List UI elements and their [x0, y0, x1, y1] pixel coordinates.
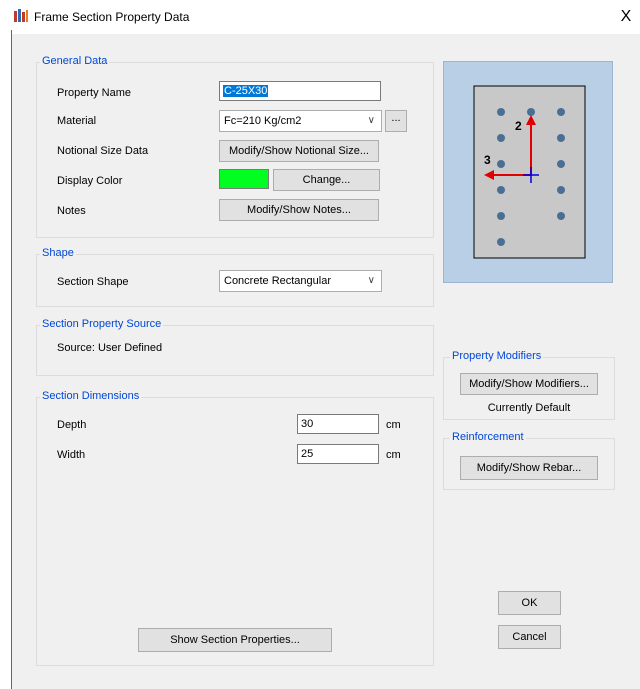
section-property-source-legend: Section Property Source	[40, 318, 164, 330]
rebar-dot	[497, 212, 505, 220]
material-select[interactable]: Fc=210 Kg/cm2 ∨	[219, 110, 382, 132]
notes-label: Notes	[57, 205, 86, 217]
property-modifiers-legend: Property Modifiers	[450, 350, 544, 362]
section-dimensions-group	[36, 397, 434, 666]
section-shape-label: Section Shape	[57, 276, 129, 288]
ok-button[interactable]: OK	[498, 591, 561, 615]
modify-notes-button[interactable]: Modify/Show Notes...	[219, 199, 379, 221]
rebar-dot	[557, 160, 565, 168]
property-name-value: C-25X30	[223, 85, 269, 97]
width-input[interactable]: 25	[297, 444, 379, 464]
source-text: Source: User Defined	[57, 342, 163, 354]
rebar-dot	[557, 212, 565, 220]
rebar-dot	[557, 134, 565, 142]
section-preview: 2 3	[443, 61, 613, 283]
notional-size-label: Notional Size Data	[57, 145, 149, 157]
section-dimensions-legend: Section Dimensions	[40, 390, 142, 402]
chevron-down-icon: ∨	[367, 115, 375, 126]
material-label: Material	[57, 115, 97, 127]
cancel-button[interactable]: Cancel	[498, 625, 561, 649]
modifiers-status: Currently Default	[487, 402, 571, 414]
depth-label: Depth	[57, 419, 87, 431]
material-more-button[interactable]: ...	[385, 110, 407, 132]
rebar-dot	[497, 238, 505, 246]
change-color-button[interactable]: Change...	[273, 169, 380, 191]
rebar-dot	[557, 108, 565, 116]
modify-notional-size-button[interactable]: Modify/Show Notional Size...	[219, 140, 379, 162]
axis-2-label: 2	[515, 119, 522, 133]
shape-legend: Shape	[40, 247, 76, 259]
frame-section-app-icon	[13, 9, 29, 23]
depth-unit: cm	[386, 419, 401, 431]
modify-rebar-button[interactable]: Modify/Show Rebar...	[460, 456, 598, 480]
depth-input[interactable]: 30	[297, 414, 379, 434]
modify-modifiers-button[interactable]: Modify/Show Modifiers...	[460, 373, 598, 395]
reinforcement-legend: Reinforcement	[450, 431, 526, 443]
width-label: Width	[57, 449, 86, 461]
rebar-dot	[527, 108, 535, 116]
display-color-swatch[interactable]	[219, 169, 269, 189]
rebar-dot	[497, 108, 505, 116]
chevron-down-icon: ∨	[367, 275, 375, 286]
property-name-label: Property Name	[57, 87, 131, 99]
width-unit: cm	[386, 449, 401, 461]
rebar-dot	[497, 160, 505, 168]
window-title: Frame Section Property Data	[34, 10, 190, 24]
rebar-dot	[497, 186, 505, 194]
rebar-dot	[497, 134, 505, 142]
material-value: Fc=210 Kg/cm2	[224, 115, 302, 127]
rebar-dot	[557, 186, 565, 194]
show-section-properties-button[interactable]: Show Section Properties...	[138, 628, 332, 652]
section-shape-value: Concrete Rectangular	[224, 275, 332, 287]
display-color-label: Display Color	[57, 175, 123, 187]
axis-3-label: 3	[484, 153, 491, 167]
section-shape-select[interactable]: Concrete Rectangular ∨	[219, 270, 382, 292]
close-icon[interactable]: X	[614, 6, 638, 28]
property-name-input[interactable]: C-25X30	[219, 81, 381, 101]
general-data-legend: General Data	[40, 55, 110, 67]
section-preview-drawing: 2 3	[473, 85, 586, 259]
